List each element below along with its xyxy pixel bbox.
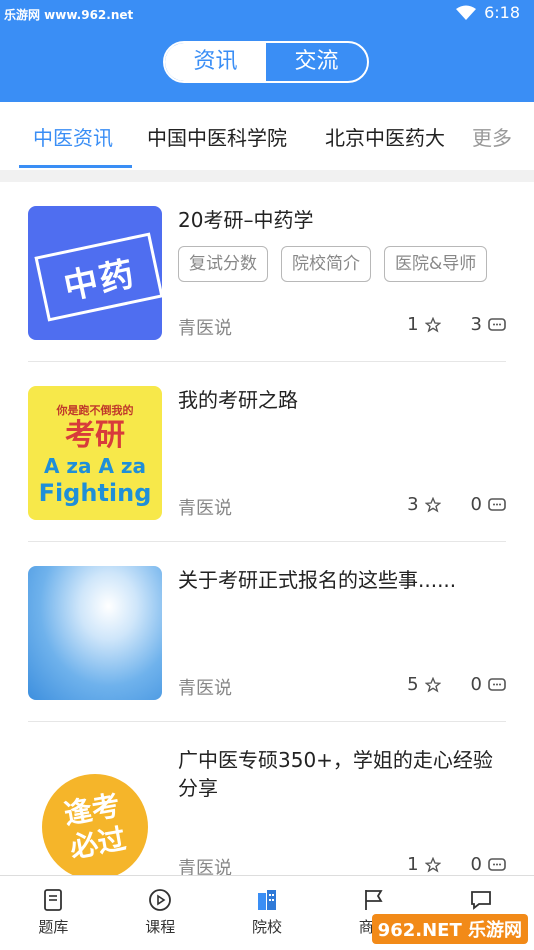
doc-icon — [44, 889, 63, 911]
star-count: 5 — [407, 674, 419, 695]
thumb-line: Fighting — [38, 479, 152, 507]
star-count: 1 — [407, 314, 419, 335]
thumbnail-image: 中药 — [28, 206, 162, 340]
list-item[interactable]: 逢考必过 广中医专硕350+，学姐的走心经验分享 青医说 1 0 — [0, 722, 534, 875]
thumbnail-image: 逢考必过 — [28, 746, 162, 875]
tab-cacms[interactable]: 中国中医科学院 — [147, 122, 287, 151]
thumb-line: 考研 — [65, 418, 125, 453]
tag-chip[interactable]: 复试分数 — [178, 246, 268, 282]
article-title: 广中医专硕350+，学姐的走心经验分享 — [178, 748, 493, 800]
comment-icon[interactable] — [488, 317, 506, 332]
comment-icon[interactable] — [488, 677, 506, 692]
article-title: 关于考研正式报名的这些事...... — [178, 568, 457, 592]
nav-question-bank[interactable]: 题库 — [0, 876, 107, 950]
comment-icon[interactable] — [488, 857, 506, 872]
flag-icon — [364, 890, 383, 910]
building-icon — [257, 890, 276, 910]
item-stats: 5 0 — [407, 674, 506, 695]
wifi-icon — [456, 5, 477, 20]
tag-chip[interactable]: 医院&导师 — [384, 246, 488, 282]
nav-courses[interactable]: 课程 — [107, 876, 214, 950]
star-count: 1 — [407, 854, 419, 875]
thumbnail-image: 你是跑不倒我的 考研 A za A za Fighting — [28, 386, 162, 520]
star-icon[interactable] — [424, 316, 441, 333]
star-count: 3 — [407, 494, 419, 515]
thumb-text: 逢考必过 — [61, 788, 129, 865]
nav-schools[interactable]: 院校 — [214, 876, 321, 950]
category-tabs: 中医资讯 中国中医科学院 北京中医药大 更多 — [0, 102, 534, 170]
nav-label: 院校 — [251, 918, 282, 936]
tag-group: 复试分数 院校简介 医院&导师 — [178, 246, 488, 282]
bottom-navigation: 题库 课程 院校 商城 962.NET 乐游网 — [0, 875, 534, 950]
item-stats: 1 3 — [407, 314, 506, 335]
watermark-logo: 962.NET 乐游网 — [371, 914, 528, 944]
list-item[interactable]: 中药 20考研–中药学 复试分数 院校简介 医院&导师 青医说 1 3 — [0, 182, 534, 362]
more-label: 更多 — [472, 126, 512, 150]
nav-label: 题库 — [38, 918, 69, 936]
author-name: 青医说 — [178, 498, 232, 519]
thumb-text: 中药 — [60, 253, 140, 308]
segment-exchange[interactable]: 交流 — [266, 43, 367, 81]
comment-count: 3 — [470, 314, 482, 335]
status-time: 6:18 — [484, 3, 520, 22]
chat-icon — [470, 891, 491, 910]
tab-tcm-news[interactable]: 中医资讯 — [33, 122, 113, 151]
star-icon[interactable] — [424, 676, 441, 693]
segment-control: 资讯 交流 — [163, 41, 369, 83]
watermark-text: 乐游网 www.962.net — [4, 8, 134, 22]
active-tab-indicator — [19, 165, 132, 168]
comment-count: 0 — [470, 494, 482, 515]
author-name: 青医说 — [178, 678, 232, 699]
article-list: 中药 20考研–中药学 复试分数 院校简介 医院&导师 青医说 1 3 你是跑不… — [0, 182, 534, 875]
author-name: 青医说 — [178, 858, 232, 875]
tab-bucm[interactable]: 北京中医药大 — [325, 122, 445, 151]
comment-count: 0 — [470, 854, 482, 875]
list-item[interactable]: 你是跑不倒我的 考研 A za A za Fighting 我的考研之路 青医说… — [0, 362, 534, 542]
item-stats: 3 0 — [407, 494, 506, 515]
list-item[interactable]: 关于考研正式报名的这些事...... 青医说 5 0 — [0, 542, 534, 722]
segment-news[interactable]: 资讯 — [165, 43, 266, 81]
comment-count: 0 — [470, 674, 482, 695]
item-stats: 1 0 — [407, 854, 506, 875]
status-bar: 乐游网 www.962.net 6:18 — [0, 0, 534, 28]
thumb-line: 你是跑不倒我的 — [56, 404, 134, 417]
star-icon[interactable] — [424, 496, 441, 513]
thumbnail-image — [28, 566, 162, 700]
nav-label: 课程 — [145, 918, 176, 936]
play-icon — [149, 889, 172, 911]
author-name: 青医说 — [178, 318, 232, 339]
star-icon[interactable] — [424, 856, 441, 873]
more-tabs-button[interactable]: 更多 — [454, 102, 534, 170]
header-bar: 乐游网 www.962.net 6:18 资讯 交流 — [0, 0, 534, 102]
article-title: 20考研–中药学 — [178, 208, 314, 232]
tag-chip[interactable]: 院校简介 — [281, 246, 371, 282]
article-title: 我的考研之路 — [178, 388, 298, 412]
thumb-line: A za A za — [43, 454, 147, 478]
comment-icon[interactable] — [488, 497, 506, 512]
